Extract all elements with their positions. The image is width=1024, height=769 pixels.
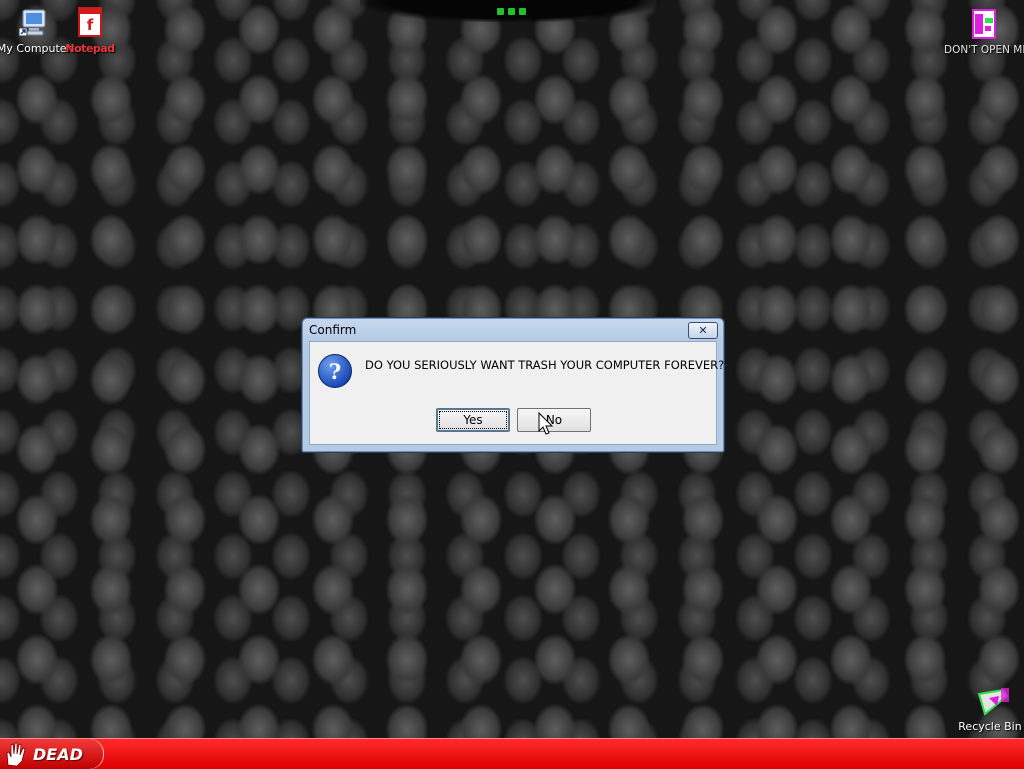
desktop-icon-label: Recycle Bin (958, 720, 1022, 733)
desktop-icon-label: Notepad (65, 42, 115, 55)
dialog-title: Confirm (309, 323, 357, 337)
hand-icon (6, 742, 26, 767)
desktop-icon-label: DON'T OPEN ME (944, 44, 1024, 56)
computer-icon (17, 6, 51, 40)
start-label: DEAD (33, 744, 83, 764)
taskbar: DEAD (0, 738, 1024, 769)
desktop-icon-notepad[interactable]: f Notepad (50, 6, 130, 55)
confirm-dialog: Confirm ✕ ? DO YOU SERIOUSLY WANT TRASH … (302, 318, 724, 452)
start-button[interactable]: DEAD (0, 739, 104, 769)
yes-button[interactable]: Yes (436, 408, 510, 432)
svg-text:f: f (87, 16, 94, 34)
desktop-icon-dont-open-me[interactable]: DON'T OPEN ME (944, 8, 1024, 56)
glitched-file-icon (967, 8, 1001, 42)
mouse-cursor-icon (538, 412, 554, 435)
dialog-body: ? DO YOU SERIOUSLY WANT TRASH YOUR COMPU… (309, 341, 724, 445)
desktop-icon-recycle-bin[interactable]: Recycle Bin (950, 684, 1024, 733)
notch-lights (497, 8, 526, 15)
recycle-bin-icon (973, 684, 1009, 718)
close-button[interactable]: ✕ (688, 322, 718, 339)
no-button[interactable]: No (517, 408, 591, 432)
close-icon: ✕ (698, 324, 708, 337)
question-icon: ? (318, 354, 352, 388)
dialog-message: DO YOU SERIOUSLY WANT TRASH YOUR COMPUTE… (365, 358, 725, 372)
notepad-icon: f (73, 6, 107, 40)
